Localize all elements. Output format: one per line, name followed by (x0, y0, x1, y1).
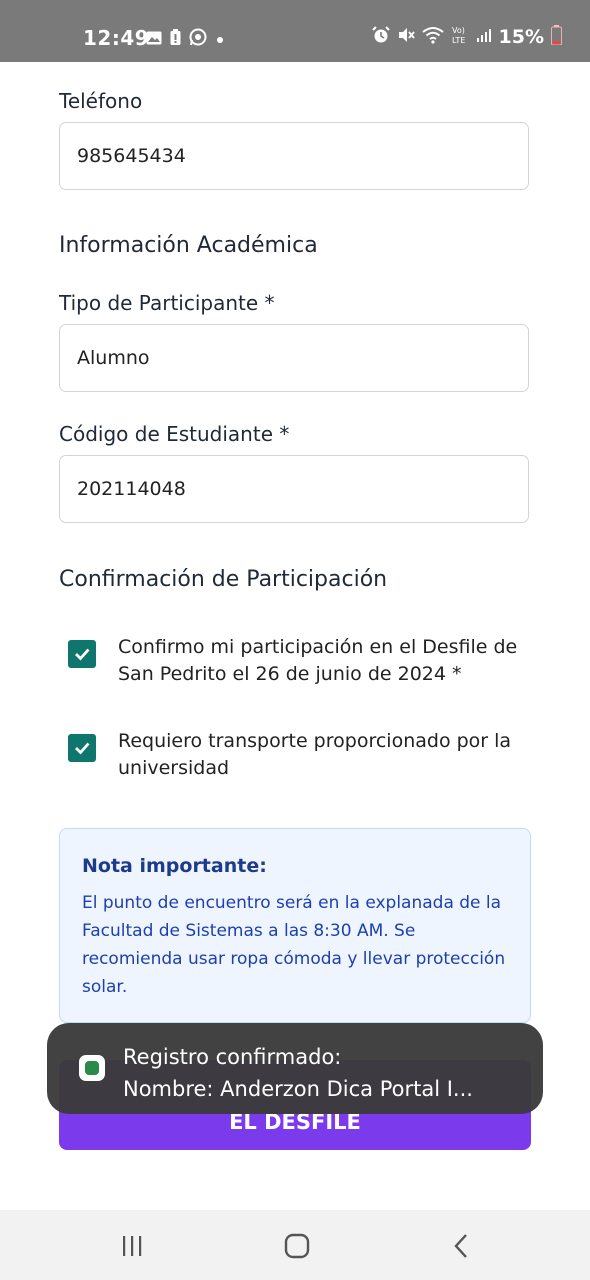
check-icon (75, 742, 90, 755)
battery-icon (551, 25, 562, 49)
wifi-icon (421, 26, 444, 48)
battery-percent: 15% (498, 26, 544, 48)
telefono-input[interactable]: 985645434 (59, 122, 529, 190)
nota-title: Nota importante: (82, 855, 267, 877)
app-icon (79, 1055, 105, 1081)
recent-apps-button[interactable] (114, 1228, 150, 1264)
whatsapp-icon (189, 28, 207, 50)
transporte-checkbox-label: Requiero transporte proporcionado por la… (118, 730, 512, 779)
image-icon (146, 30, 162, 49)
status-right-icons: Vo) LTE 15% (371, 25, 562, 49)
section-title-academica: Información Académica (59, 233, 318, 258)
home-icon (284, 1233, 310, 1259)
codigo-estudiante-input[interactable]: 202114048 (59, 455, 529, 523)
check-icon (75, 648, 90, 661)
section-title-confirmacion: Confirmación de Participación (59, 567, 388, 592)
toast-notification: Registro confirmado: Nombre: Anderzon Di… (47, 1023, 543, 1114)
telefono-label: Teléfono (59, 89, 143, 113)
battery-saver-icon (170, 29, 181, 49)
volte-icon: Vo) LTE (451, 25, 469, 49)
svg-text:Vo): Vo) (452, 26, 465, 35)
status-bar: 12:49 Vo) LTE 15% (0, 0, 590, 62)
navigation-bar (0, 1210, 590, 1280)
nota-body: El punto de encuentro será en la explana… (82, 893, 506, 997)
confirmacion-checkbox[interactable] (68, 640, 96, 668)
alarm-icon (371, 26, 390, 48)
transporte-checkbox[interactable] (68, 734, 96, 762)
recent-apps-icon (123, 1236, 142, 1256)
status-time: 12:49 (83, 26, 150, 50)
svg-text:LTE: LTE (452, 36, 465, 45)
home-button[interactable] (279, 1228, 315, 1264)
mute-icon (397, 26, 415, 48)
signal-icon (476, 27, 492, 47)
confirmacion-checkbox-label: Confirmo mi participación en el Desfile … (118, 636, 518, 685)
back-button[interactable] (444, 1228, 480, 1264)
tipo-participante-label: Tipo de Participante * (59, 291, 275, 315)
toast-line-1: Registro confirmado: (123, 1045, 342, 1069)
back-icon (454, 1234, 467, 1258)
tipo-participante-select[interactable]: Alumno (59, 324, 529, 392)
nota-importante-box: Nota importante: El punto de encuentro s… (59, 828, 531, 1023)
status-left-icons (146, 28, 225, 50)
dot-icon (215, 30, 225, 49)
codigo-estudiante-label: Código de Estudiante * (59, 422, 290, 446)
toast-line-2: Nombre: Anderzon Dica Portal I... (123, 1077, 473, 1101)
